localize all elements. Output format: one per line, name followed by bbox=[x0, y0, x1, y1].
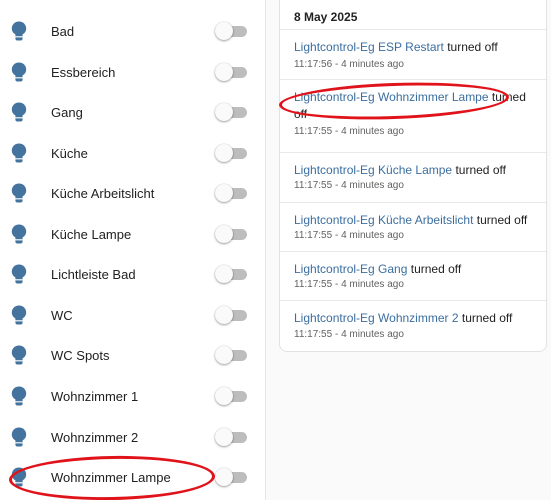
toggle-thumb[interactable] bbox=[215, 468, 233, 486]
toggle-thumb[interactable] bbox=[215, 22, 233, 40]
toggle-thumb[interactable] bbox=[215, 306, 233, 324]
logbook-entry: Lightcontrol-Eg Wohnzimmer 2 turned off … bbox=[280, 300, 546, 351]
light-toggle[interactable] bbox=[215, 387, 247, 405]
light-name: Wohnzimmer Lampe bbox=[51, 469, 171, 485]
light-row-essbereich[interactable]: Essbereich bbox=[0, 52, 265, 92]
logbook-entry-text: Lightcontrol-Eg Gang turned off bbox=[294, 261, 539, 278]
logbook-card: 8 May 2025 Lightcontrol-Eg ESP Restart t… bbox=[279, 0, 547, 352]
logbook-entity-link[interactable]: Lightcontrol-Eg ESP Restart bbox=[294, 40, 444, 54]
light-name: Wohnzimmer 1 bbox=[51, 388, 139, 404]
logbook-entry-text: Lightcontrol-Eg Wohnzimmer Lampe turned … bbox=[294, 89, 539, 123]
logbook-entity-link[interactable]: Lightcontrol-Eg Wohnzimmer 2 bbox=[294, 311, 459, 325]
lightbulb-icon bbox=[11, 183, 27, 203]
light-name: Bad bbox=[51, 23, 75, 39]
light-row-wohnzimmer-1[interactable]: Wohnzimmer 1 bbox=[0, 376, 265, 416]
light-row-lichtleiste-bad[interactable]: Lichtleiste Bad bbox=[0, 254, 265, 294]
light-row-wc-spots[interactable]: WC Spots bbox=[0, 335, 265, 375]
light-row-wohnzimmer-2[interactable]: Wohnzimmer 2 bbox=[0, 417, 265, 457]
lightbulb-icon bbox=[11, 224, 27, 244]
logbook-entity-link[interactable]: Lightcontrol-Eg Küche Arbeitslicht bbox=[294, 213, 473, 227]
light-name: Lichtleiste Bad bbox=[51, 266, 136, 282]
light-name: WC Spots bbox=[51, 347, 110, 363]
light-name: Küche Arbeitslicht bbox=[51, 185, 155, 201]
light-toggle[interactable] bbox=[215, 428, 247, 446]
lightbulb-icon bbox=[11, 143, 27, 163]
logbook-entry-time: 11:17:56 - 4 minutes ago bbox=[294, 59, 404, 70]
light-name: WC bbox=[51, 307, 73, 323]
light-toggle[interactable] bbox=[215, 184, 247, 202]
logbook-entry: Lightcontrol-Eg Wohnzimmer Lampe turned … bbox=[280, 79, 546, 152]
light-name: Essbereich bbox=[51, 64, 116, 80]
lightbulb-icon bbox=[11, 264, 27, 284]
lightbulb-icon bbox=[11, 345, 27, 365]
logbook-entry-time: 11:17:55 - 4 minutes ago bbox=[294, 329, 404, 340]
logbook-action: turned off bbox=[410, 262, 462, 276]
logbook-entry-text: Lightcontrol-Eg Wohnzimmer 2 turned off bbox=[294, 310, 539, 327]
light-toggle[interactable] bbox=[215, 144, 247, 162]
lightbulb-icon bbox=[11, 467, 27, 487]
light-row-wohnzimmer-lampe[interactable]: Wohnzimmer Lampe bbox=[0, 457, 265, 497]
toggle-thumb[interactable] bbox=[215, 103, 233, 121]
lightbulb-icon bbox=[11, 102, 27, 122]
lightbulb-icon bbox=[11, 62, 27, 82]
light-name: Küche bbox=[51, 145, 88, 161]
toggle-thumb[interactable] bbox=[215, 346, 233, 364]
lights-list: Bad Essbereich Gang Küche Küche Arbeitsl… bbox=[0, 0, 265, 500]
logbook-entry-text: Lightcontrol-Eg Küche Arbeitslicht turne… bbox=[294, 212, 539, 229]
light-toggle[interactable] bbox=[215, 265, 247, 283]
light-row-bad[interactable]: Bad bbox=[0, 11, 265, 51]
logbook-entry: Lightcontrol-Eg Küche Lampe turned off 1… bbox=[280, 152, 546, 202]
logbook-action: turned off bbox=[455, 163, 506, 177]
light-row-kueche[interactable]: Küche bbox=[0, 133, 265, 173]
toggle-thumb[interactable] bbox=[215, 265, 233, 283]
logbook-entity-link[interactable]: Lightcontrol-Eg Küche Lampe bbox=[294, 163, 452, 177]
toggle-thumb[interactable] bbox=[215, 63, 233, 81]
toggle-thumb[interactable] bbox=[215, 184, 233, 202]
toggle-thumb[interactable] bbox=[215, 144, 233, 162]
light-toggle[interactable] bbox=[215, 468, 247, 486]
logbook-date: 8 May 2025 bbox=[294, 10, 358, 24]
logbook-action: turned off bbox=[461, 311, 513, 325]
toggle-thumb[interactable] bbox=[215, 225, 233, 243]
light-row-kueche-lampe[interactable]: Küche Lampe bbox=[0, 214, 265, 254]
toggle-thumb[interactable] bbox=[215, 428, 233, 446]
light-toggle[interactable] bbox=[215, 103, 247, 121]
logbook-entry: Lightcontrol-Eg Küche Arbeitslicht turne… bbox=[280, 202, 546, 252]
light-row-kueche-arbeitslicht[interactable]: Küche Arbeitslicht bbox=[0, 173, 265, 213]
logbook-entry-time: 11:17:55 - 4 minutes ago bbox=[294, 230, 404, 241]
light-toggle[interactable] bbox=[215, 346, 247, 364]
logbook-action: turned off bbox=[476, 213, 528, 227]
logbook-entry-text: Lightcontrol-Eg Küche Lampe turned off bbox=[294, 162, 539, 179]
lightbulb-icon bbox=[11, 21, 27, 41]
light-name: Küche Lampe bbox=[51, 226, 132, 242]
toggle-thumb[interactable] bbox=[215, 387, 233, 405]
logbook-action: turned off bbox=[447, 40, 498, 54]
light-toggle[interactable] bbox=[215, 306, 247, 324]
logbook-entry-time: 11:17:55 - 4 minutes ago bbox=[294, 279, 404, 290]
logbook-entry-time: 11:17:55 - 4 minutes ago bbox=[294, 180, 404, 191]
logbook-entry-text: Lightcontrol-Eg ESP Restart turned off bbox=[294, 39, 539, 56]
light-row-gang[interactable]: Gang bbox=[0, 92, 265, 132]
light-toggle[interactable] bbox=[215, 22, 247, 40]
lightbulb-icon bbox=[11, 305, 27, 325]
light-name: Gang bbox=[51, 104, 83, 120]
logbook-entry: Lightcontrol-Eg Gang turned off 11:17:55… bbox=[280, 251, 546, 300]
lightbulb-icon bbox=[11, 386, 27, 406]
page: Bad Essbereich Gang Küche Küche Arbeitsl… bbox=[0, 0, 551, 500]
light-name: Wohnzimmer 2 bbox=[51, 429, 139, 445]
logbook-entry-time: 11:17:55 - 4 minutes ago bbox=[294, 126, 404, 137]
logbook-entity-link[interactable]: Lightcontrol-Eg Wohnzimmer Lampe bbox=[294, 90, 489, 104]
logbook-entry: Lightcontrol-Eg ESP Restart turned off 1… bbox=[280, 29, 546, 79]
light-row-wc[interactable]: WC bbox=[0, 295, 265, 335]
light-toggle[interactable] bbox=[215, 63, 247, 81]
logbook-entity-link[interactable]: Lightcontrol-Eg Gang bbox=[294, 262, 407, 276]
lightbulb-icon bbox=[11, 427, 27, 447]
light-toggle[interactable] bbox=[215, 225, 247, 243]
